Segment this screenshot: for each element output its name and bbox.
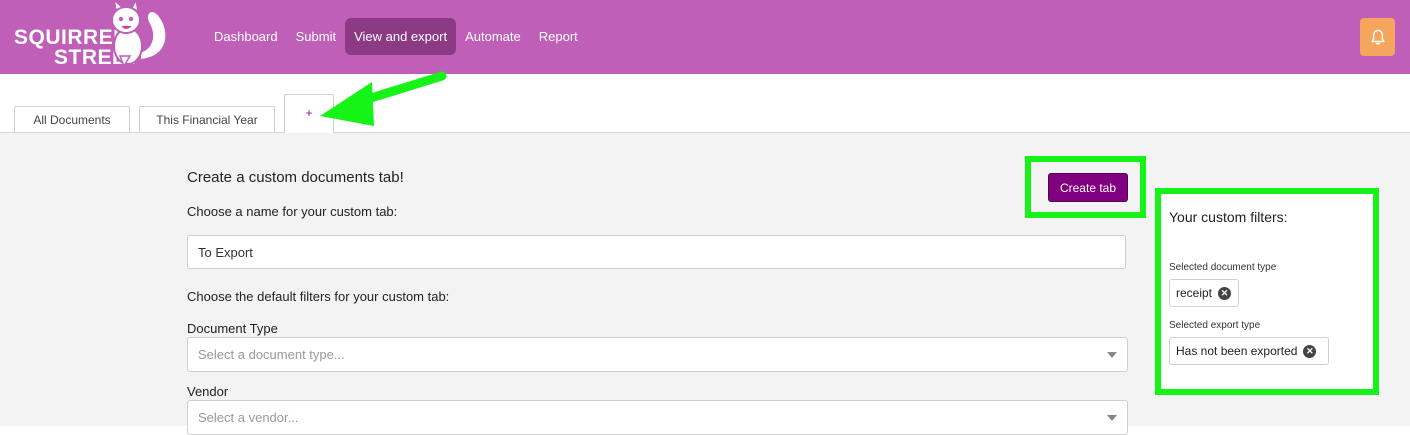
nav-automate[interactable]: Automate: [456, 18, 530, 55]
notifications-button[interactable]: [1360, 18, 1395, 56]
nav-submit[interactable]: Submit: [287, 18, 345, 55]
export-type-chip-label: Has not been exported: [1176, 344, 1298, 358]
selected-document-type-label: Selected document type: [1169, 262, 1277, 273]
tab-name-input[interactable]: [187, 235, 1126, 269]
bell-icon: [1370, 29, 1385, 45]
create-tab-heading: Create a custom documents tab!: [187, 169, 404, 186]
top-navbar: SQUIRREL STREET Dashboard Submit View an…: [0, 0, 1410, 74]
document-type-chip-label: receipt: [1176, 286, 1213, 300]
chevron-down-icon: [1107, 415, 1117, 421]
export-type-chip: Has not been exported ✕: [1169, 337, 1329, 365]
vendor-label: Vendor: [187, 384, 229, 399]
vendor-select[interactable]: Select a vendor...: [187, 400, 1128, 435]
remove-filter-icon[interactable]: ✕: [1303, 344, 1317, 358]
document-type-chip: receipt ✕: [1169, 279, 1239, 307]
tab-name-label: Choose a name for your custom tab:: [187, 204, 398, 219]
brand-logo[interactable]: SQUIRREL STREET: [12, 0, 172, 74]
nav-dashboard[interactable]: Dashboard: [205, 18, 287, 55]
create-tab-button[interactable]: Create tab: [1048, 173, 1128, 202]
custom-filters-title: Your custom filters:: [1169, 209, 1288, 225]
selected-export-type-label: Selected export type: [1169, 320, 1261, 331]
vendor-placeholder: Select a vendor...: [198, 410, 299, 425]
main-nav: Dashboard Submit View and export Automat…: [205, 18, 587, 55]
squirrel-mascot-icon: [111, 0, 168, 68]
chevron-down-icon: [1107, 352, 1117, 358]
document-type-placeholder: Select a document type...: [198, 347, 345, 362]
tab-this-financial-year[interactable]: This Financial Year: [139, 106, 275, 132]
document-type-select[interactable]: Select a document type...: [187, 337, 1128, 372]
default-filters-label: Choose the default filters for your cust…: [187, 289, 450, 304]
annotation-arrow-icon: [320, 71, 447, 126]
nav-view-and-export[interactable]: View and export: [345, 18, 457, 55]
nav-report[interactable]: Report: [530, 18, 587, 55]
document-type-label: Document Type: [187, 321, 278, 336]
document-tabs: All Documents This Financial Year +: [0, 74, 1410, 133]
tab-all-documents[interactable]: All Documents: [14, 106, 130, 132]
remove-filter-icon[interactable]: ✕: [1218, 286, 1232, 300]
